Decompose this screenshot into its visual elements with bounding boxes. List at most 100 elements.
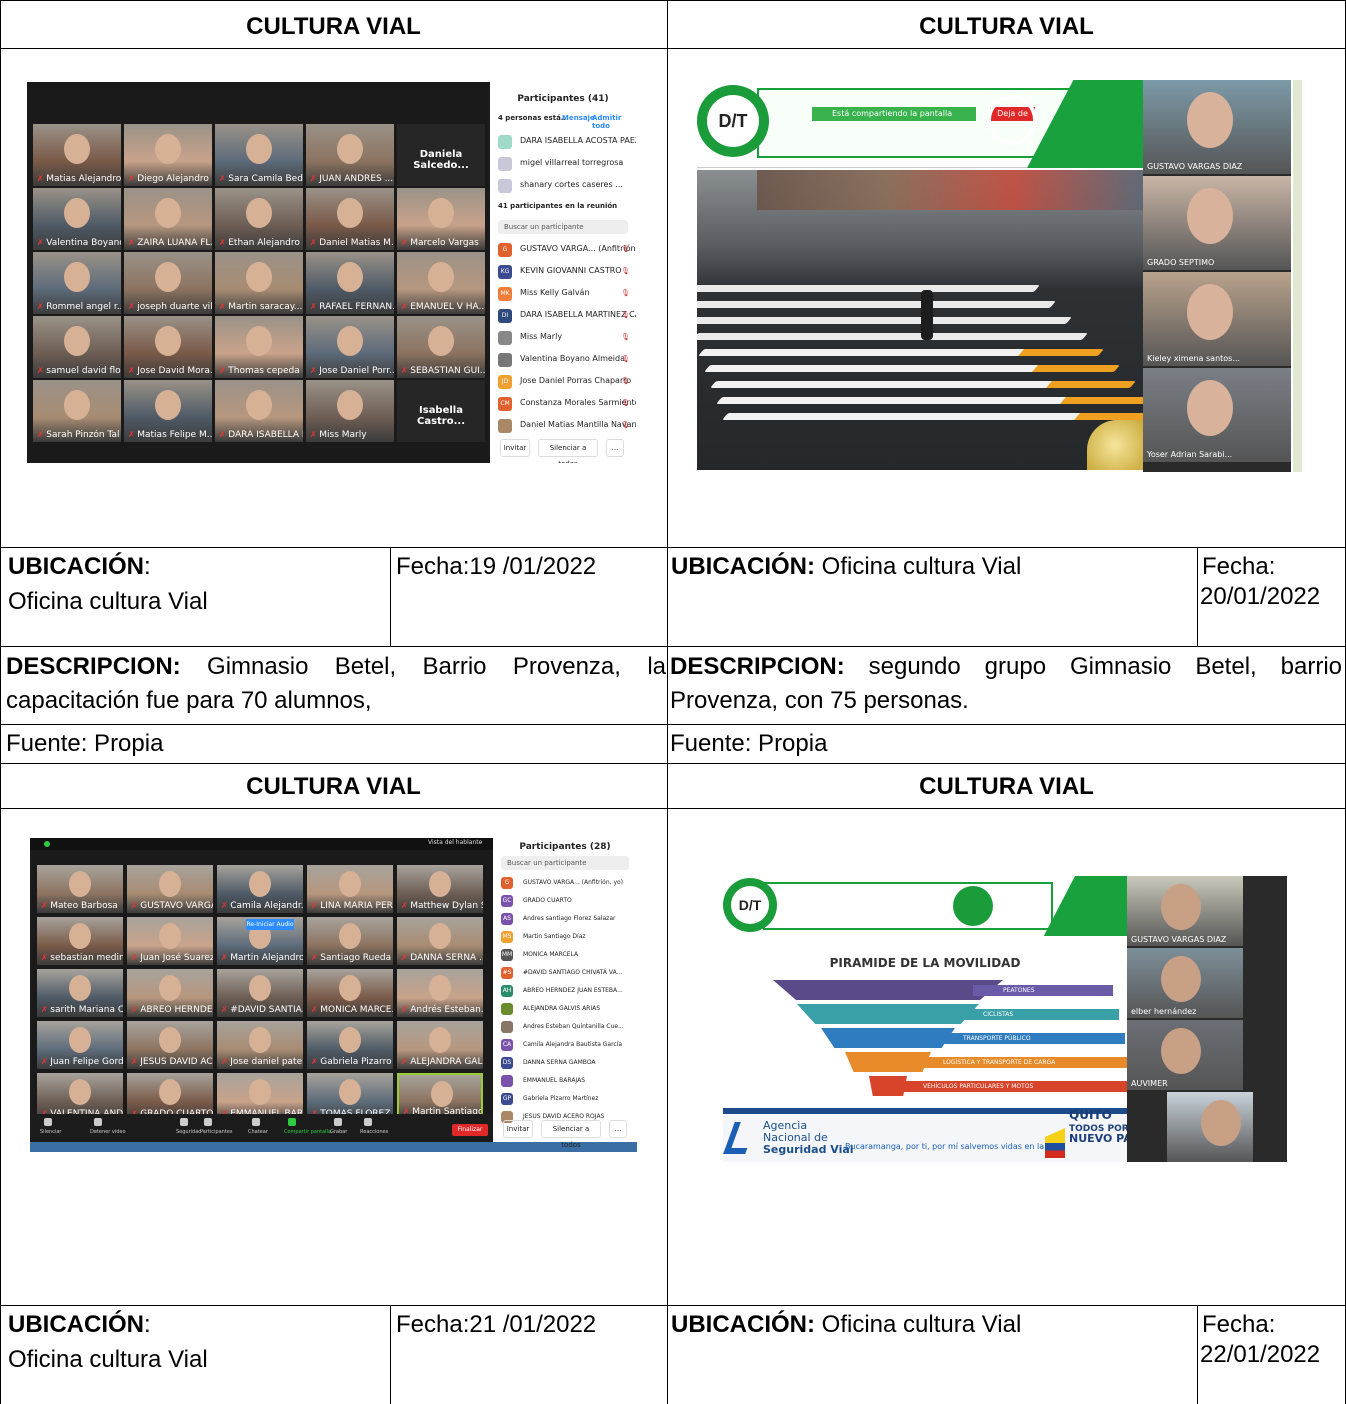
video-tile[interactable]: EMANUEL V HA... (397, 252, 485, 314)
video-tile[interactable]: JUAN ANDRES ... (306, 124, 394, 186)
participant-row[interactable]: JD Jose Daniel Porras Chaparro 🎙 (490, 370, 636, 392)
participant-row[interactable]: #S #DAVID SANTIAGO CHIVATÁ VA... (493, 964, 637, 982)
more-button[interactable]: ... (606, 439, 624, 457)
participant-row[interactable]: AS Andres santiago Florez Salazar (493, 910, 637, 928)
toolbar-button[interactable]: Compartir pantalla (284, 1118, 331, 1135)
video-tile[interactable]: Diego Alejandro ... (124, 124, 212, 186)
participant-row[interactable]: KG KEVIN GIOVANNI CASTRO 🎙 (490, 260, 636, 282)
toolbar-button[interactable]: Participantes (200, 1118, 244, 1135)
participant-row[interactable]: Valentina Boyano Almeida 🎙 (490, 348, 636, 370)
restart-audio-button[interactable]: Re-Iniciar Audio (246, 919, 294, 930)
toolbar-icon (180, 1118, 188, 1126)
waiting-row[interactable]: DARA ISABELLA ACOSTA PAEZ (490, 130, 636, 152)
video-tile[interactable]: ZAIRA LUANA FL... (124, 188, 212, 250)
video-tile[interactable]: ABREO HERNDE... (127, 969, 213, 1017)
video-tile[interactable]: sarith Mariana C... (37, 969, 123, 1017)
toolbar-button[interactable]: Detener video (90, 1118, 134, 1135)
participant-row[interactable]: GC GRADO CUARTO (493, 892, 637, 910)
video-tile[interactable]: elber hernández (1127, 948, 1243, 1018)
video-tile[interactable]: Daniela Salcedo... (397, 124, 485, 186)
participant-row[interactable]: Andres Esteban Quintanilla Cue... (493, 1018, 637, 1036)
participant-row[interactable]: EMMANUEL BARAJAS (493, 1072, 637, 1090)
video-tile[interactable]: Ethan Alejandro (215, 188, 303, 250)
video-tile[interactable]: Miss Marly (306, 380, 394, 442)
waiting-row[interactable]: shanary cortes caseres ... (490, 174, 636, 196)
video-tile[interactable]: Mateo Barbosa (37, 865, 123, 913)
participant-row[interactable]: GP Gabriela Pizarro Martínez (493, 1090, 637, 1108)
invite-button[interactable]: Invitar (500, 439, 530, 457)
video-tile[interactable]: GUSTAVO VARGAS (127, 865, 213, 913)
more-button-3[interactable]: ... (609, 1120, 627, 1138)
video-tile[interactable]: GRADO SEPTIMO (1143, 176, 1291, 270)
waiting-row[interactable]: migel villarreal torregrosa (490, 152, 636, 174)
video-tile[interactable]: Juan José Suarez... (127, 917, 213, 965)
video-tile[interactable]: Marcelo Vargas (397, 188, 485, 250)
video-tile[interactable]: Sara Camila Bed... (215, 124, 303, 186)
video-tile[interactable]: Matias Alejandro (33, 124, 121, 186)
video-tile[interactable]: RAFAEL FERNAN... (306, 252, 394, 314)
search-input-3[interactable]: Buscar un participante (501, 856, 629, 870)
participant-row[interactable]: G GUSTAVO VARGA... (Anfitrión, yo) (493, 874, 637, 892)
video-tile[interactable]: JESUS DAVID AC... (127, 1021, 213, 1069)
video-tile[interactable]: DARA ISABELLA MAR... (215, 380, 303, 442)
end-meeting-button[interactable]: Finalizar (452, 1124, 488, 1136)
video-tile[interactable]: Jose David Mora... (124, 316, 212, 378)
video-tile[interactable] (1167, 1092, 1253, 1162)
video-tile[interactable]: GUSTAVO VARGAS DIAZ (1127, 876, 1243, 946)
video-tile[interactable]: Sarah Pinzón Tal (33, 380, 121, 442)
message-link[interactable]: Mensaje (562, 114, 595, 122)
video-tile[interactable]: Juan Felipe Gord... (37, 1021, 123, 1069)
video-tile[interactable]: GUSTAVO VARGAS DIAZ (1143, 80, 1291, 174)
video-tile[interactable]: Gabriela Pizarro (307, 1021, 393, 1069)
video-tile[interactable]: Daniel Matias M... (306, 188, 394, 250)
participant-row[interactable]: Daniel Matias Mantilla Navarro 🎙 (490, 414, 636, 436)
video-tile[interactable]: Jose daniel pate... (217, 1021, 303, 1069)
participant-row[interactable]: CM Constanza Morales Sarmiento 🎙 (490, 392, 636, 414)
speaker-view-button[interactable]: Vista del hablante (428, 839, 482, 846)
video-tile[interactable]: DANNA SERNA ... (397, 917, 483, 965)
video-tile[interactable]: Matthew Dylan S... (397, 865, 483, 913)
toolbar-button[interactable]: Reacciones (360, 1118, 404, 1135)
video-tile[interactable]: joseph duarte vil... (124, 252, 212, 314)
participant-row[interactable]: MM MONICA MARCELA (493, 946, 637, 964)
video-tile[interactable]: Thomas cepeda (215, 316, 303, 378)
invite-button-3[interactable]: Invitar (503, 1120, 533, 1138)
video-tile[interactable]: AUVIMER (1127, 1020, 1243, 1090)
video-tile[interactable]: Yoser Adrian Sarabi... (1143, 368, 1291, 462)
crosswalk-stripe (710, 381, 1136, 388)
video-tile[interactable]: Rommel angel r... (33, 252, 121, 314)
mute-all-button-3[interactable]: Silenciar a todos (541, 1120, 601, 1149)
video-tile[interactable]: SEBASTIAN GUI... (397, 316, 485, 378)
search-input[interactable]: Buscar un participante (498, 220, 628, 234)
video-tile[interactable]: #DAVID SANTIA... (217, 969, 303, 1017)
video-tile[interactable]: Camila Alejandr... (217, 865, 303, 913)
video-tile[interactable]: Andrés Esteban... (397, 969, 483, 1017)
video-tile[interactable]: LINA MARIA PER... (307, 865, 393, 913)
participant-name: Andres Esteban Quintanilla Cue... (523, 1023, 624, 1030)
video-tile[interactable]: Matias Felipe M... (124, 380, 212, 442)
participant-row[interactable]: MS Martin Santiago Díaz (493, 928, 637, 946)
video-tile[interactable]: Valentina Boyano Al... (33, 188, 121, 250)
video-tile[interactable]: ALEJANDRA GAL... (397, 1021, 483, 1069)
participant-row[interactable]: DI DARA ISABELLA MARTINEZ CAÑAS🎙 (490, 304, 636, 326)
video-tile[interactable]: samuel david flo... (33, 316, 121, 378)
video-tile[interactable]: Santiago Rueda ... (307, 917, 393, 965)
participant-row[interactable]: AH ABREO HERNDEZ JUAN ESTEBA... (493, 982, 637, 1000)
video-tile[interactable]: sebastian medin... (37, 917, 123, 965)
participant-row[interactable]: ALEJANDRA GALVIS ARIAS (493, 1000, 637, 1018)
video-tile[interactable]: Martin saracay... (215, 252, 303, 314)
video-tile[interactable]: Jose Daniel Porr... (306, 316, 394, 378)
mic-icon: 🎙 (621, 377, 630, 385)
video-tile[interactable]: Isabella Castro... (397, 380, 485, 442)
face (428, 198, 454, 228)
video-tile[interactable]: MONICA MARCE... (307, 969, 393, 1017)
participant-row[interactable]: DS DANNA SERNA GAMBOA (493, 1054, 637, 1072)
participant-row[interactable]: G GUSTAVO VARGA... (Anfitrión, yo)🎙 (490, 238, 636, 260)
participant-row[interactable]: CA Camila Alejandra Bautista García (493, 1036, 637, 1054)
video-tile[interactable]: Kieley ximena santos... (1143, 272, 1291, 366)
toolbar-button[interactable]: Silenciar (40, 1118, 84, 1135)
participant-row[interactable]: MK Miss Kelly Galván 🎙 (490, 282, 636, 304)
mute-all-button[interactable]: Silenciar a todos (538, 439, 598, 463)
admit-all-link[interactable]: Admitir todo (592, 114, 636, 130)
participant-row[interactable]: Miss Marly 🎙 (490, 326, 636, 348)
